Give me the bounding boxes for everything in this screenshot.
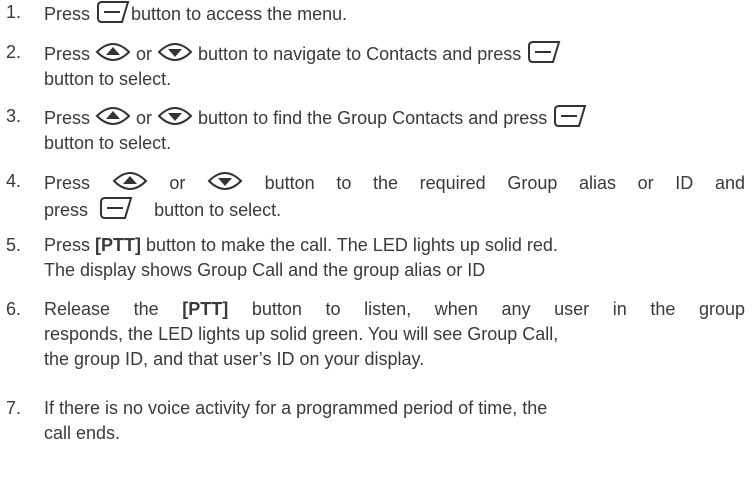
step-text: button to find the Group Contacts and pr… bbox=[193, 108, 553, 128]
step-text: button to navigate to Contacts and press bbox=[193, 44, 527, 64]
step-number: 1. bbox=[6, 2, 22, 22]
step-3: 3. Press or button to find the Group Con… bbox=[0, 104, 745, 156]
step-number: 6. bbox=[6, 299, 22, 319]
nav-down-icon bbox=[157, 40, 193, 64]
step-number: 2. bbox=[6, 42, 22, 62]
step-number: 4. bbox=[6, 171, 22, 191]
step-text: Press bbox=[44, 108, 96, 128]
nav-down-icon bbox=[157, 104, 193, 128]
step-5: 5. Press [PTT] button to make the call. … bbox=[0, 233, 745, 283]
step-text: Press bbox=[44, 4, 96, 24]
step-text: responds, the LED lights up solid green.… bbox=[44, 324, 559, 344]
nav-up-icon bbox=[112, 169, 148, 193]
step-text: Press bbox=[44, 173, 112, 193]
instruction-list: 1. Press button to access the menu. 2. P… bbox=[0, 0, 756, 478]
step-text: or bbox=[169, 173, 207, 193]
step-6: 6. Release the [PTT] button to listen, w… bbox=[0, 297, 745, 372]
step-text: the group ID, and that user’s ID on your… bbox=[44, 349, 425, 369]
nav-down-icon bbox=[207, 169, 243, 193]
step-text: button to select. bbox=[44, 133, 172, 153]
nav-up-icon bbox=[95, 40, 131, 64]
step-text: button to make the call. The LED lights … bbox=[141, 235, 558, 255]
step-2: 2. Press or button to navigate to Contac… bbox=[0, 40, 745, 92]
step-1: 1. Press button to access the menu. bbox=[0, 0, 745, 27]
step-text: or bbox=[131, 44, 158, 64]
step-text: Press bbox=[44, 235, 96, 255]
step-text: If there is no voice activity for a prog… bbox=[44, 398, 548, 418]
step-4: 4. Press or button to the required Group… bbox=[0, 169, 745, 223]
menu-key-icon bbox=[95, 0, 131, 24]
step-text: press bbox=[44, 200, 94, 220]
menu-key-icon bbox=[98, 196, 134, 220]
step-text: call ends. bbox=[44, 423, 121, 443]
nav-up-icon bbox=[95, 104, 131, 128]
ptt-key-label: [PTT] bbox=[95, 235, 141, 255]
menu-key-icon bbox=[552, 104, 588, 128]
step-text: button to select. bbox=[149, 200, 282, 220]
step-text: Press bbox=[44, 44, 96, 64]
ptt-key-label: [PTT] bbox=[182, 299, 229, 319]
step-7: 7. If there is no voice activity for a p… bbox=[0, 396, 745, 446]
step-text: or bbox=[131, 108, 158, 128]
step-number: 3. bbox=[6, 106, 22, 126]
step-number: 7. bbox=[6, 398, 22, 418]
step-text: The display shows Group Call and the gro… bbox=[44, 260, 486, 280]
step-text: button to listen, when any user in the g… bbox=[228, 299, 745, 319]
step-text: button to the required Group alias or ID… bbox=[264, 173, 745, 193]
step-number: 5. bbox=[6, 235, 22, 255]
menu-key-icon bbox=[526, 40, 562, 64]
step-text: Release the bbox=[44, 299, 183, 319]
step-text: button to access the menu. bbox=[131, 4, 348, 24]
step-text: button to select. bbox=[44, 69, 172, 89]
